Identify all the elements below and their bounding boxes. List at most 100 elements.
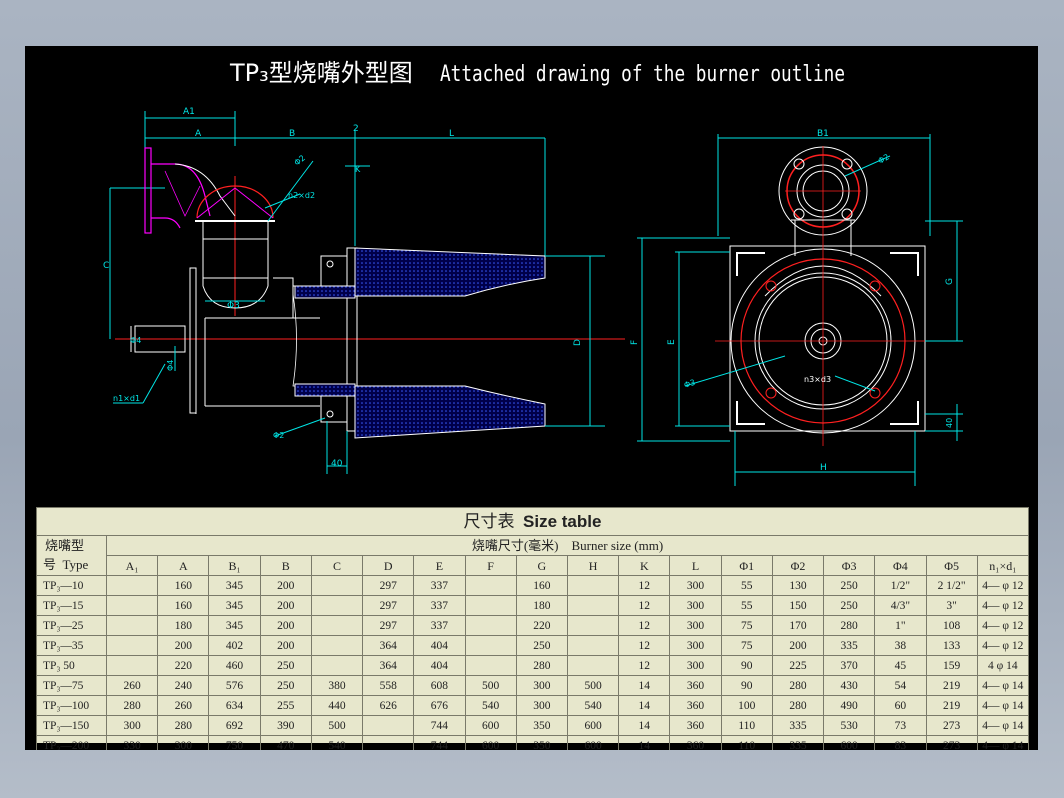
size-cell: 73 bbox=[874, 715, 927, 736]
size-cell: 390 bbox=[259, 715, 312, 736]
size-cell: 634 bbox=[208, 695, 261, 716]
size-cell bbox=[310, 595, 364, 616]
size-cell: 490 bbox=[823, 695, 876, 716]
dim-f: F bbox=[630, 340, 640, 345]
size-cell: 250 bbox=[823, 595, 876, 616]
type-cell: TP₃—25 bbox=[36, 615, 107, 636]
column-header: G bbox=[515, 555, 568, 576]
dim-a: A bbox=[195, 129, 202, 139]
size-cell: 345 bbox=[208, 615, 261, 636]
dim-n1d1: n1×d1 bbox=[113, 394, 140, 403]
burner-size-header-cn: 烧嘴尺寸(毫米) bbox=[471, 537, 559, 553]
size-cell: 360 bbox=[669, 675, 722, 696]
table-caption: 尺寸表 Size table bbox=[36, 507, 1029, 536]
size-cell: 750 bbox=[208, 735, 261, 750]
size-cell bbox=[566, 575, 620, 596]
size-cell: 273 bbox=[925, 735, 978, 750]
table-row: TP₃ 50 220 460 250 364 404 280 12 300 90 225 370 45 1… bbox=[36, 655, 1030, 676]
size-cell: 130 bbox=[771, 575, 825, 596]
table-caption-en: Size table bbox=[523, 511, 602, 531]
dim-a1: A1 bbox=[183, 107, 195, 117]
size-cell: 440 bbox=[310, 695, 364, 716]
burner-size-header-en: Burner size (mm) bbox=[571, 537, 664, 553]
size-cell bbox=[105, 575, 159, 596]
size-cell: 350 bbox=[515, 715, 568, 736]
size-cell: 676 bbox=[413, 695, 466, 716]
size-cell: 297 bbox=[362, 615, 415, 636]
size-cell: 4— φ 14 bbox=[976, 735, 1030, 750]
size-cell: 300 bbox=[669, 595, 722, 616]
size-cell: 14 bbox=[618, 695, 671, 716]
size-cell: 335 bbox=[771, 715, 825, 736]
size-cell bbox=[464, 655, 517, 676]
column-header: E bbox=[413, 555, 466, 576]
size-cell: 540 bbox=[310, 735, 364, 750]
dim-phi3: Φ3 bbox=[227, 301, 240, 311]
size-cell: 220 bbox=[515, 615, 568, 636]
size-cell: 337 bbox=[413, 595, 466, 616]
size-cell: 300 bbox=[105, 715, 159, 736]
size-cell bbox=[105, 595, 159, 616]
size-cell: 540 bbox=[464, 695, 517, 716]
size-cell: 4— φ 14 bbox=[976, 715, 1030, 736]
dim-e: E bbox=[667, 339, 677, 345]
size-cell bbox=[566, 655, 620, 676]
dim-b: B bbox=[289, 129, 295, 139]
size-cell: 200 bbox=[259, 575, 312, 596]
size-cell: 1" bbox=[874, 615, 927, 636]
size-cell: 576 bbox=[208, 675, 261, 696]
size-cell bbox=[464, 615, 517, 636]
size-cell: 100 bbox=[720, 695, 773, 716]
size-cell: 200 bbox=[259, 595, 312, 616]
size-cell: 2 1/2" bbox=[925, 575, 978, 596]
type-cell: TP₃ 50 bbox=[36, 655, 107, 676]
dim-phi3-front: Φ3 bbox=[683, 378, 697, 390]
burner-outline-drawing: TP₃型烧嘴外型图 Attached drawing of the burner… bbox=[103, 59, 963, 486]
dim-40-right: 40 bbox=[945, 418, 954, 428]
size-cell: 4— φ 12 bbox=[976, 575, 1030, 596]
size-cell bbox=[566, 615, 620, 636]
size-cell: 75 bbox=[720, 635, 773, 656]
size-cell: 370 bbox=[823, 655, 876, 676]
size-cell: 4/3" bbox=[874, 595, 927, 616]
size-cell: 608 bbox=[413, 675, 466, 696]
svg-text:Φ4: Φ4 bbox=[166, 360, 175, 371]
size-cell: 600 bbox=[823, 735, 876, 750]
type-cell: TP₃—200 bbox=[36, 735, 107, 750]
dim-k: K bbox=[355, 165, 361, 174]
dim-2: 2 bbox=[353, 124, 359, 134]
size-cell: 337 bbox=[413, 575, 466, 596]
size-cell: 280 bbox=[771, 695, 825, 716]
size-cell: 108 bbox=[925, 615, 978, 636]
size-cell: 297 bbox=[362, 575, 415, 596]
size-cell: 14 bbox=[618, 675, 671, 696]
size-cell: 90 bbox=[720, 675, 773, 696]
size-cell: 220 bbox=[157, 655, 210, 676]
table-row: TP₃—35 200 402 200 364 404 250 12 300 75 200 335 38 1… bbox=[36, 635, 1030, 656]
size-cell bbox=[310, 575, 364, 596]
size-cell: 133 bbox=[925, 635, 978, 656]
size-cell: 300 bbox=[669, 655, 722, 676]
size-cell bbox=[310, 615, 364, 636]
size-cell: 159 bbox=[925, 655, 978, 676]
size-cell bbox=[310, 655, 364, 676]
side-view: A1 A B 2 L K C Φ3 Φ2 n2×d2 Φ4 Φ4 n1×d1 D… bbox=[103, 107, 625, 474]
size-cell: 300 bbox=[669, 575, 722, 596]
size-cell: 260 bbox=[157, 695, 210, 716]
size-cell: 460 bbox=[208, 655, 261, 676]
size-cell: 250 bbox=[823, 575, 876, 596]
size-cell: 402 bbox=[208, 635, 261, 656]
size-cell: 300 bbox=[669, 635, 722, 656]
size-cell: 180 bbox=[515, 595, 568, 616]
cad-drawing-area: TP₃型烧嘴外型图 Attached drawing of the burner… bbox=[25, 46, 1038, 750]
column-header: Φ2 bbox=[771, 555, 825, 576]
size-cell: 500 bbox=[464, 675, 517, 696]
column-header: H bbox=[566, 555, 620, 576]
size-cell: 404 bbox=[413, 635, 466, 656]
size-cell: 75 bbox=[720, 615, 773, 636]
dim-n2d2: n2×d2 bbox=[288, 191, 315, 200]
size-cell: 404 bbox=[413, 655, 466, 676]
size-cell: 200 bbox=[771, 635, 825, 656]
size-cell: 280 bbox=[823, 615, 876, 636]
gas-inlet-flange bbox=[144, 147, 152, 234]
